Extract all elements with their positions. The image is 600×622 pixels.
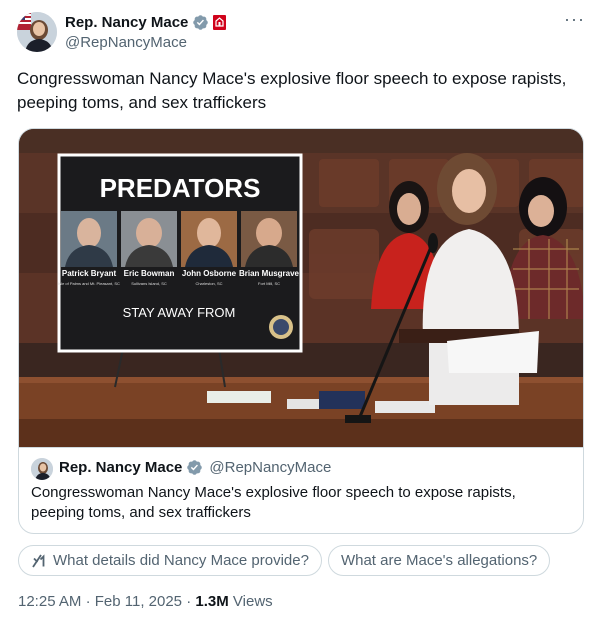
poster-person-name: Eric Bowman — [124, 269, 175, 278]
author-avatar[interactable] — [17, 12, 57, 52]
author-name-row: Rep. Nancy Mace — [65, 13, 227, 32]
quoted-post[interactable]: Rep. Nancy Mace @RepNancyMace Congresswo… — [19, 447, 583, 533]
quoted-text: Congresswoman Nancy Mace's explosive flo… — [31, 484, 516, 521]
grok-prompt-chip[interactable]: What details did Nancy Mace provide? — [18, 545, 322, 576]
views-count[interactable]: 1.3M — [195, 593, 228, 610]
views-label: Views — [232, 593, 273, 610]
grok-prompt-chip[interactable]: What are Mace's allegations? — [327, 545, 551, 576]
poster-person-name: Brian Musgrave — [239, 269, 300, 278]
quoted-author-avatar[interactable] — [31, 458, 53, 480]
post-card[interactable]: PREDATORS Patrick Bryant Eric Bowman Joh… — [18, 128, 584, 534]
post-text: Congresswoman Nancy Mace's explosive flo… — [17, 69, 567, 112]
congress-badge-icon — [213, 15, 227, 30]
poster-person-name: Patrick Bryant — [62, 269, 117, 278]
post-time[interactable]: 12:25 AM — [18, 593, 81, 610]
quoted-header: Rep. Nancy Mace @RepNancyMace — [59, 459, 331, 476]
poster-footer: STAY AWAY FROM — [123, 305, 236, 320]
grok-prompt-label: What details did Nancy Mace provide? — [53, 552, 309, 569]
grok-prompt-label: What are Mace's allegations? — [340, 552, 538, 569]
more-options-icon[interactable]: ··· — [564, 10, 585, 28]
poster-person-location: Isle of Palms and Mt. Pleasant, SC — [58, 281, 120, 286]
poster-title: PREDATORS — [100, 173, 261, 203]
grok-prompt-chips: What details did Nancy Mace provide? Wha… — [18, 545, 551, 577]
meta-separator: · — [186, 593, 192, 610]
grok-icon — [32, 553, 45, 567]
author-handle[interactable]: @RepNancyMace — [65, 34, 226, 51]
verified-badge-icon[interactable] — [192, 14, 209, 31]
post-header: Rep. Nancy Mace @RepNancyMace ··· — [17, 10, 587, 54]
video-media[interactable]: PREDATORS Patrick Bryant Eric Bowman Joh… — [19, 129, 583, 447]
post-meta: 12:25 AM · Feb 11, 2025 · 1.3M Views — [18, 593, 273, 610]
poster-person-location: Sullivans Island, SC — [131, 281, 167, 286]
author-display-name[interactable]: Rep. Nancy Mace — [65, 14, 188, 31]
poster-person-location: Fort Mill, SC — [258, 281, 280, 286]
verified-badge-icon — [187, 460, 203, 475]
quoted-display-name[interactable]: Rep. Nancy Mace — [59, 459, 182, 476]
author-names: Rep. Nancy Mace @RepNancyMace — [65, 13, 227, 51]
house-floor-scene: PREDATORS Patrick Bryant Eric Bowman Joh… — [19, 129, 583, 447]
meta-separator: · — [85, 593, 91, 610]
poster-person-location: Charleston, SC — [195, 281, 222, 286]
quoted-handle[interactable]: @RepNancyMace — [209, 459, 331, 476]
post-date[interactable]: Feb 11, 2025 — [95, 593, 182, 610]
poster-person-name: John Osborne — [182, 269, 237, 278]
